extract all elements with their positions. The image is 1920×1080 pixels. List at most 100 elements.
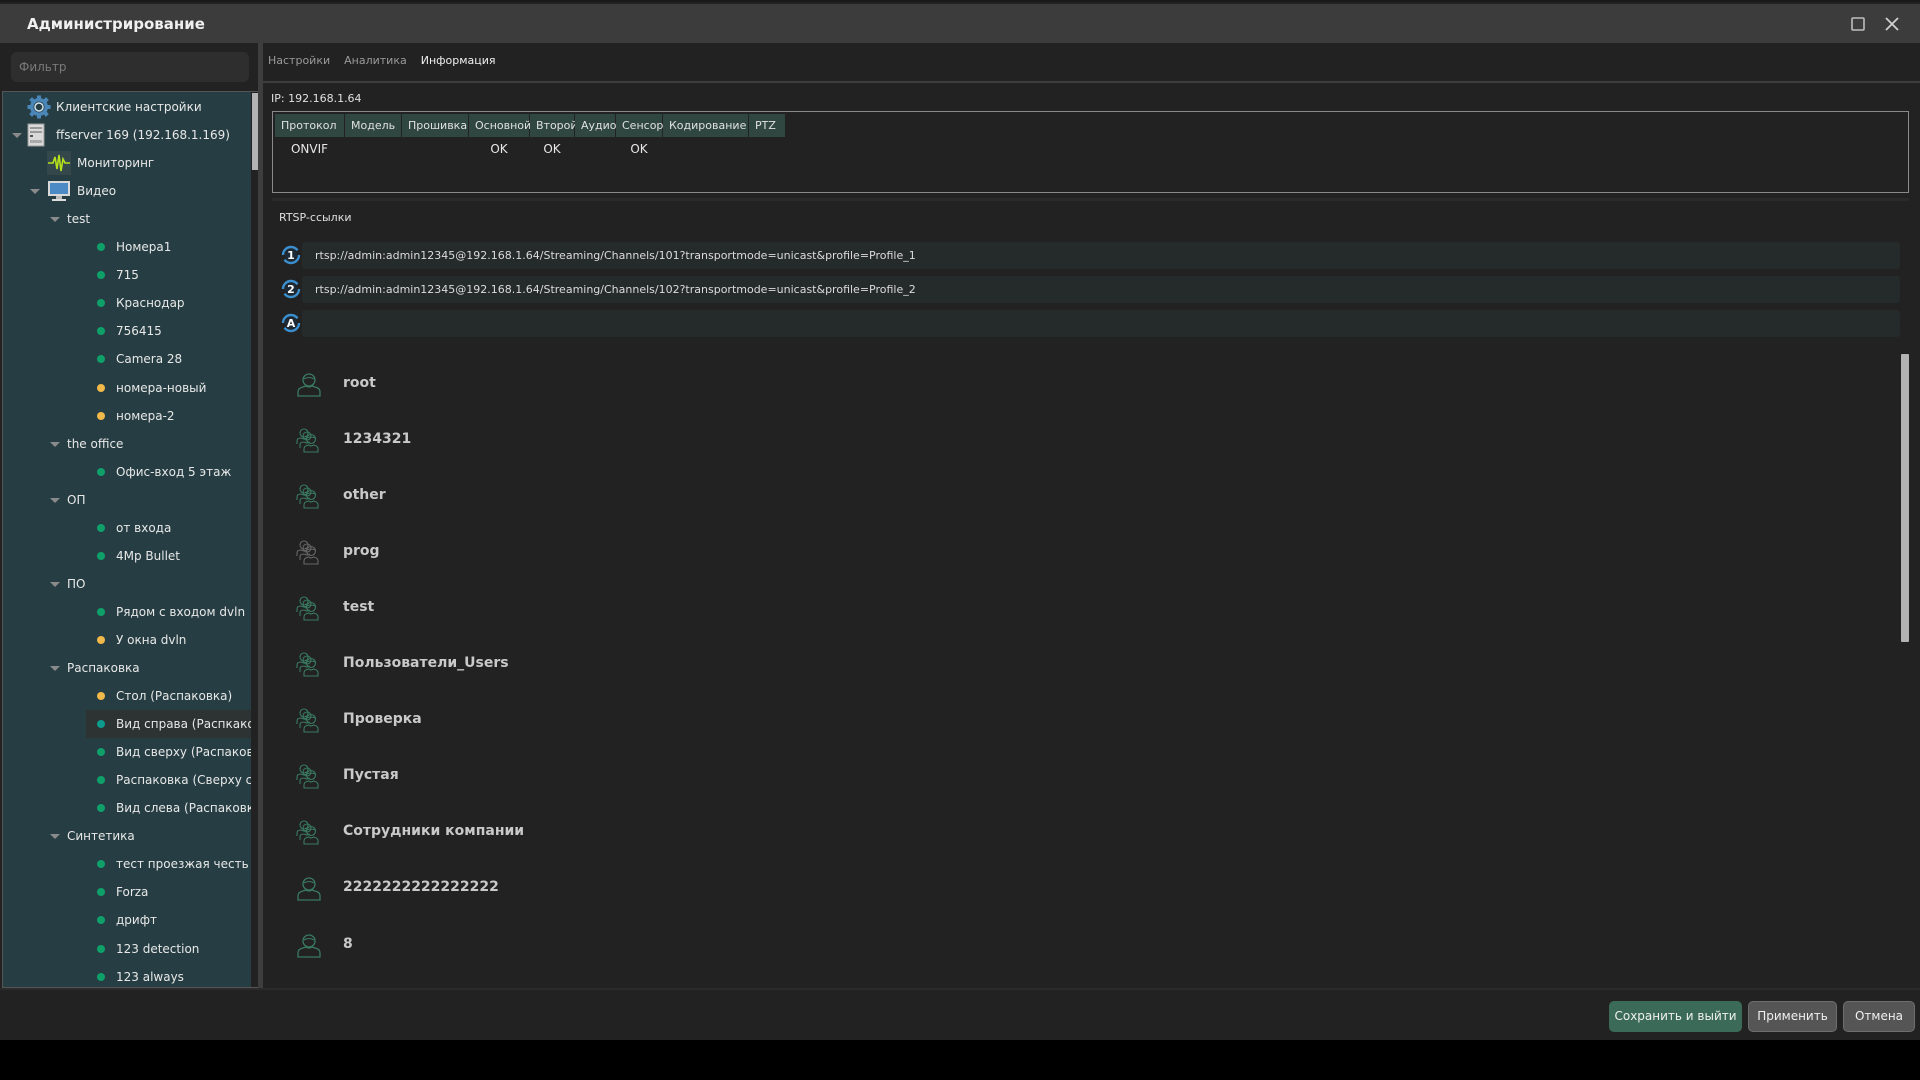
main-scrollbar-thumb[interactable]	[1901, 354, 1909, 642]
svg-text:A: A	[287, 317, 296, 330]
cancel-button[interactable]: Отмена	[1843, 1001, 1915, 1032]
status-dot-icon	[97, 523, 105, 532]
tree-item-label: номера-2	[116, 408, 175, 423]
tree-item-label: 123 always	[116, 969, 184, 984]
tree-item-camera[interactable]: 123 always	[3, 963, 251, 987]
tree-scrollbar[interactable]	[251, 92, 258, 987]
user-name: test	[343, 599, 375, 616]
user-list-item[interactable]: 8	[263, 920, 1863, 976]
tree-item-label: Офис-вход 5 этаж	[116, 464, 232, 479]
table-cell: OK	[630, 142, 648, 156]
tree-item-camera[interactable]: 756415	[3, 317, 251, 345]
user-list-item[interactable]: Пустая	[263, 751, 1863, 807]
filter-input[interactable]	[11, 52, 249, 82]
column-header[interactable]: Прошивка	[402, 114, 468, 137]
column-header[interactable]: PTZ	[749, 114, 785, 137]
capabilities-table: Протокол Модель Прошивка Основной Второй Ауди…	[272, 111, 1909, 193]
user-icon	[296, 875, 322, 902]
tree-item-camera[interactable]: Forza	[3, 878, 251, 906]
status-dot-icon	[97, 327, 105, 336]
user-list-item[interactable]: prog	[263, 527, 1863, 583]
save-and-exit-button[interactable]: Сохранить и выйти	[1609, 1001, 1742, 1032]
tree-item-camera[interactable]: Стол (Распаковка)	[3, 682, 251, 710]
tree-item-camera[interactable]: 4Mp Bullet	[3, 542, 251, 570]
tree-item-camera[interactable]: дрифт	[3, 906, 251, 934]
user-name: 2222222222222222	[343, 879, 499, 896]
expand-caret-icon[interactable]	[50, 834, 60, 840]
user-list-item[interactable]: test	[263, 583, 1863, 639]
table-header: Протокол Модель Прошивка Основной Второй Ауди…	[275, 114, 785, 137]
tree-item-camera[interactable]: Вид слева (Распаковк...	[3, 794, 258, 822]
tree-item-camera[interactable]: 715	[3, 261, 251, 289]
column-header[interactable]: Аудио	[575, 114, 617, 137]
close-button[interactable]	[1881, 13, 1903, 35]
tree-item-group[interactable]: ПО	[3, 570, 251, 598]
expand-caret-icon[interactable]	[50, 666, 60, 671]
tree-item-server[interactable]: ffserver 169 (192.168.1.169)	[3, 121, 251, 149]
user-list-item[interactable]: Пользователи_Users	[263, 639, 1863, 695]
expand-caret-icon[interactable]	[50, 441, 60, 447]
column-header[interactable]: Сенсор	[616, 114, 663, 137]
column-header[interactable]: Основной	[469, 114, 531, 137]
user-list-item[interactable]: 1234321	[263, 415, 1863, 471]
svg-text:2: 2	[287, 283, 295, 296]
tab-settings[interactable]: Настройки	[268, 54, 330, 72]
tree-item-label: Forza	[116, 885, 149, 900]
expand-caret-icon[interactable]	[50, 217, 60, 223]
tree-item-camera[interactable]: 123 detection	[3, 935, 251, 963]
tree-item-camera[interactable]: Вид сверху (Распаков...	[3, 738, 258, 766]
column-header[interactable]: Протокол	[275, 114, 344, 137]
monitoring-icon	[47, 151, 71, 176]
user-group-icon	[296, 483, 322, 509]
tree-item-settings[interactable]: Клиентские настройки	[3, 93, 251, 121]
tree-item-camera[interactable]: тест проезжая честь	[3, 850, 251, 878]
tree-item-group[interactable]: Распаковка	[3, 654, 251, 682]
rtsp-link-field[interactable]: rtsp://admin:admin12345@192.168.1.64/Str…	[302, 276, 1900, 303]
rtsp-link-field[interactable]: rtsp://admin:admin12345@192.168.1.64/Str…	[302, 242, 1900, 269]
tree-item-camera[interactable]: У окна dvln	[3, 626, 251, 654]
tree-item-group[interactable]: Синтетика	[3, 822, 251, 850]
expand-caret-icon[interactable]	[50, 497, 60, 503]
expand-caret-icon[interactable]	[12, 133, 22, 139]
tree-item-label: Camera 28	[116, 352, 183, 367]
user-list-item[interactable]: Сотрудники компании	[263, 807, 1863, 863]
tree-item-group[interactable]: ОП	[3, 486, 251, 514]
tree-item-label: ffserver 169 (192.168.1.169)	[56, 128, 230, 143]
tree-item-monitoring[interactable]: Мониторинг	[3, 149, 251, 177]
user-list-item[interactable]: 2222222222222222	[263, 863, 1863, 919]
expand-caret-icon[interactable]	[50, 581, 60, 587]
status-dot-icon	[97, 692, 105, 701]
tree-item-camera[interactable]: Вид справа (Распкако...	[86, 710, 258, 739]
monitoring-icon-wrap	[47, 151, 71, 178]
user-list-item[interactable]: root	[263, 359, 1863, 415]
tree-item-camera[interactable]: от входа	[3, 514, 251, 542]
tree-item-camera[interactable]: Распаковка (Сверху с...	[3, 766, 258, 794]
tree-item-video[interactable]: Видео	[3, 177, 251, 205]
tree-item-camera[interactable]: Camera 28	[3, 345, 251, 373]
tree-item-group[interactable]: the office	[3, 430, 251, 458]
tree-item-camera[interactable]: номера-2	[3, 402, 251, 430]
user-group-icon	[296, 427, 322, 453]
tree-item-label: Видео	[77, 184, 117, 199]
column-header[interactable]: Второй	[530, 114, 578, 137]
status-dot-icon	[97, 635, 105, 644]
tree-item-group[interactable]: test	[3, 205, 251, 233]
user-list-item[interactable]: Проверка	[263, 695, 1863, 751]
apply-button[interactable]: Применить	[1748, 1001, 1837, 1032]
tree-item-camera[interactable]: Офис-вход 5 этаж	[3, 458, 251, 486]
user-list-item[interactable]: other	[263, 471, 1863, 527]
tree-item-camera[interactable]: Номера1	[3, 233, 251, 261]
column-header[interactable]: Кодирование	[663, 114, 748, 137]
maximize-button[interactable]	[1847, 13, 1869, 35]
divider	[272, 198, 1909, 201]
tree-item-camera[interactable]: Краснодар	[3, 289, 251, 317]
tree-item-camera[interactable]: номера-новый	[3, 374, 251, 402]
tree-item-label: тест проезжая честь	[116, 857, 249, 872]
tree-item-camera[interactable]: Рядом с входом dvln	[3, 598, 251, 626]
column-header[interactable]: Модель	[345, 114, 401, 137]
rtsp-link-field[interactable]	[302, 310, 1900, 337]
expand-caret-icon[interactable]	[30, 189, 40, 195]
tree-item-label: Стол (Распаковка)	[116, 689, 233, 704]
tab-analytics[interactable]: Аналитика	[344, 54, 407, 72]
tab-information[interactable]: Информация	[421, 54, 496, 72]
